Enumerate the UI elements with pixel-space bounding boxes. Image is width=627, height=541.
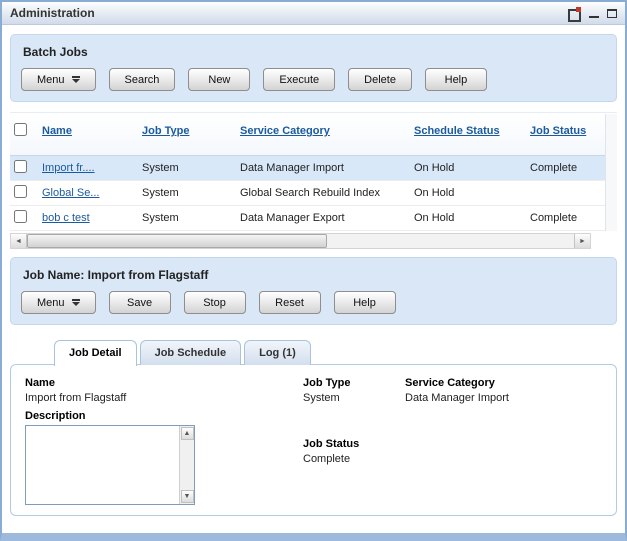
job-name-link[interactable]: bob c test	[42, 212, 90, 224]
job-type-label: Job Type	[303, 377, 405, 389]
service-category-label: Service Category	[405, 377, 602, 389]
scroll-right-icon[interactable]: ►	[574, 234, 590, 248]
table-horizontal-scrollbar[interactable]: ◄ ►	[10, 233, 591, 249]
horizontal-scroll-track[interactable]	[27, 234, 574, 248]
new-button[interactable]: New	[188, 68, 250, 91]
job-type-value: System	[303, 392, 405, 404]
column-header-service-category[interactable]: Service Category	[236, 113, 410, 156]
execute-button[interactable]: Execute	[263, 68, 335, 91]
job-menu-button[interactable]: Menu	[21, 291, 96, 314]
row-checkbox[interactable]	[14, 160, 27, 173]
job-name-panel: Job Name: Import from Flagstaff Menu Sav…	[10, 257, 617, 325]
job-status-cell: Complete	[526, 156, 606, 181]
service-category-cell: Data Manager Export	[236, 206, 410, 231]
column-header-job-type[interactable]: Job Type	[138, 113, 236, 156]
menu-dropdown-icon	[72, 299, 80, 306]
name-value: Import from Flagstaff	[25, 392, 303, 404]
schedule-status-cell: On Hold	[410, 156, 526, 181]
table-header-row: Name Job Type Service Category Schedule …	[10, 113, 606, 156]
maximize-icon[interactable]	[607, 9, 617, 18]
batch-jobs-title: Batch Jobs	[23, 45, 606, 59]
batch-menu-label: Menu	[37, 74, 65, 86]
description-label: Description	[25, 410, 303, 422]
textarea-scrollbar[interactable]: ▲ ▼	[179, 426, 194, 504]
job-status-value: Complete	[303, 453, 405, 465]
tab-job-schedule[interactable]: Job Schedule	[140, 340, 242, 365]
job-name-link[interactable]: Import fr....	[42, 162, 95, 174]
popout-window-icon[interactable]	[568, 7, 581, 19]
jobs-table: Name Job Type Service Category Schedule …	[10, 113, 606, 231]
tab-job-detail[interactable]: Job Detail	[54, 340, 137, 366]
batch-jobs-panel: Batch Jobs Menu Search New Execute Delet…	[10, 34, 617, 102]
jobs-table-area: Name Job Type Service Category Schedule …	[10, 112, 617, 249]
description-field-wrap: ▲ ▼	[25, 425, 195, 505]
name-label: Name	[25, 377, 303, 389]
job-type-cell: System	[138, 156, 236, 181]
minimize-icon[interactable]	[589, 9, 599, 18]
schedule-status-cell: On Hold	[410, 181, 526, 206]
scroll-down-icon[interactable]: ▼	[181, 490, 194, 503]
job-status-label: Job Status	[303, 438, 405, 450]
window-title: Administration	[10, 6, 95, 20]
scroll-up-icon[interactable]: ▲	[181, 427, 194, 440]
select-all-checkbox[interactable]	[14, 123, 27, 136]
table-vertical-scrollbar[interactable]	[605, 114, 617, 231]
scroll-left-icon[interactable]: ◄	[11, 234, 27, 248]
column-header-job-status[interactable]: Job Status	[526, 113, 606, 156]
job-detail-panel: Name Import from Flagstaff Description ▲…	[10, 364, 617, 516]
job-status-cell: Complete	[526, 206, 606, 231]
description-field[interactable]	[26, 426, 179, 504]
row-checkbox[interactable]	[14, 210, 27, 223]
delete-button[interactable]: Delete	[348, 68, 412, 91]
job-status-cell	[526, 181, 606, 206]
title-bar: Administration	[2, 2, 625, 25]
detail-tabs: Job Detail Job Schedule Log (1)	[54, 340, 617, 365]
table-row[interactable]: bob c test System Data Manager Export On…	[10, 206, 606, 231]
job-name-link[interactable]: Global Se...	[42, 187, 99, 199]
job-type-cell: System	[138, 206, 236, 231]
schedule-status-cell: On Hold	[410, 206, 526, 231]
batch-menu-button[interactable]: Menu	[21, 68, 96, 91]
search-button[interactable]: Search	[109, 68, 176, 91]
help-button[interactable]: Help	[425, 68, 487, 91]
job-name-title: Job Name: Import from Flagstaff	[23, 268, 606, 282]
tab-log[interactable]: Log (1)	[244, 340, 311, 365]
job-type-cell: System	[138, 181, 236, 206]
table-row[interactable]: Import fr.... System Data Manager Import…	[10, 156, 606, 181]
table-row[interactable]: Global Se... System Global Search Rebuil…	[10, 181, 606, 206]
service-category-cell: Global Search Rebuild Index	[236, 181, 410, 206]
horizontal-scroll-thumb[interactable]	[27, 234, 327, 248]
service-category-value: Data Manager Import	[405, 392, 602, 404]
job-help-button[interactable]: Help	[334, 291, 396, 314]
column-header-name[interactable]: Name	[38, 113, 138, 156]
stop-button[interactable]: Stop	[184, 291, 246, 314]
save-button[interactable]: Save	[109, 291, 171, 314]
menu-dropdown-icon	[72, 76, 80, 83]
job-menu-label: Menu	[37, 297, 65, 309]
row-checkbox[interactable]	[14, 185, 27, 198]
reset-button[interactable]: Reset	[259, 291, 321, 314]
column-header-schedule-status[interactable]: Schedule Status	[410, 113, 526, 156]
service-category-cell: Data Manager Import	[236, 156, 410, 181]
administration-window: Administration Batch Jobs Menu Search Ne…	[0, 0, 627, 541]
